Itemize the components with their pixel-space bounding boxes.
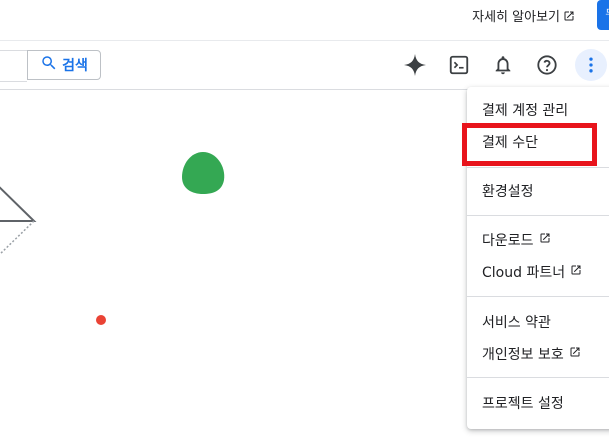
highlight-annotation (462, 123, 597, 166)
search-input[interactable] (0, 50, 27, 82)
banner-button-label: 무 (605, 9, 609, 20)
banner-action-button[interactable]: 무 (597, 0, 609, 30)
menu-item-label: 서비스 약관 (482, 315, 551, 331)
menu-item-label: Cloud 파트너 (482, 265, 566, 281)
menu-divider (467, 167, 609, 168)
menu-item-label: 개인정보 보호 (482, 347, 564, 363)
top-banner: 자세히 알아보기 무 (0, 0, 609, 41)
open-in-new-icon (563, 10, 575, 22)
menu-item-label: 결제 계정 관리 (482, 103, 569, 119)
menu-item-label: 다운로드 (482, 233, 534, 249)
menu-divider (467, 296, 609, 297)
toolbar: 검색 (0, 41, 609, 90)
menu-item-project-settings[interactable]: 프로젝트 설정 (482, 393, 564, 413)
menu-item-billing-account[interactable]: 결제 계정 관리 (482, 100, 568, 120)
open-in-new-icon (539, 232, 551, 248)
page: 자세히 알아보기 무 검색 (0, 0, 609, 439)
open-in-new-icon (570, 264, 582, 280)
search-label: 검색 (62, 58, 88, 74)
menu-divider (467, 377, 609, 378)
search-icon (40, 54, 58, 76)
menu-item-label: 환경설정 (482, 184, 534, 200)
learn-more-link[interactable]: 자세히 알아보기 (472, 6, 575, 25)
learn-more-label: 자세히 알아보기 (472, 10, 560, 25)
cloud-shell-icon[interactable] (443, 49, 475, 81)
open-in-new-icon (569, 346, 581, 362)
menu-item-label: 프로젝트 설정 (482, 396, 564, 412)
more-vert-icon[interactable] (575, 49, 607, 81)
menu-item-downloads[interactable]: 다운로드 (482, 230, 551, 250)
help-icon[interactable] (531, 49, 563, 81)
search-button[interactable]: 검색 (27, 50, 101, 80)
notifications-bell-icon[interactable] (487, 49, 519, 81)
menu-item-cloud-partners[interactable]: Cloud 파트너 (482, 262, 582, 282)
menu-item-preferences[interactable]: 환경설정 (482, 181, 534, 201)
gemini-spark-icon[interactable] (399, 49, 431, 81)
menu-divider (467, 215, 609, 216)
menu-item-terms-of-service[interactable]: 서비스 약관 (482, 312, 551, 332)
menu-item-privacy[interactable]: 개인정보 보호 (482, 344, 581, 364)
